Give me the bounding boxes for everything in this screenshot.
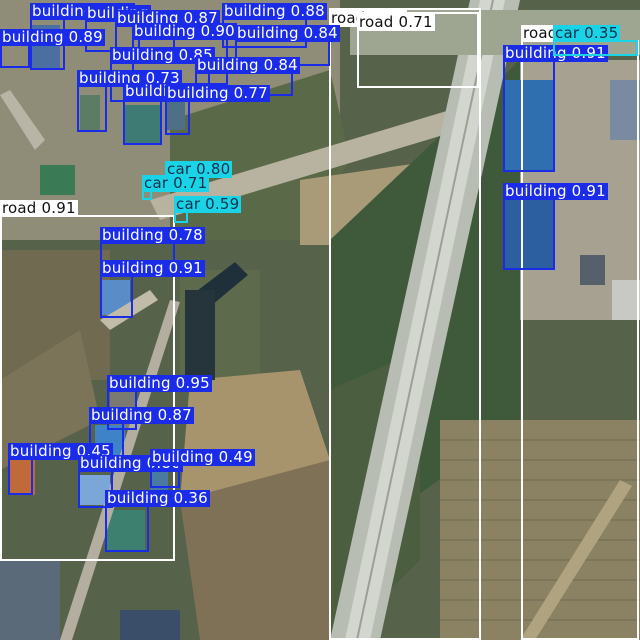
car-detection-box: car 0.35 <box>553 25 638 56</box>
building-detection-label: building 0.90 <box>132 22 237 40</box>
building-detection-label: building 0.87 <box>89 406 194 424</box>
building-detection-box: building 0.49 <box>150 449 255 488</box>
building-detection-label: building 0.78 <box>100 226 205 244</box>
building-detection-box: building 0.91 <box>100 260 205 318</box>
building-detection-label: building 0.89 <box>0 28 105 46</box>
building-detection-box: building 0.45 <box>8 443 113 495</box>
detection-overlay: road 0.92road 0.92road 0.71road 0.91buil… <box>0 0 640 640</box>
building-detection-box: building 0.91 <box>503 45 608 172</box>
car-detection-label: car 0.71 <box>142 174 210 192</box>
building-detection-box: building 0.89 <box>0 29 105 68</box>
building-detection-label: building 0.95 <box>107 374 212 392</box>
building-detection-label: building 0.91 <box>503 182 608 200</box>
building-detection-box: building 0.91 <box>123 83 228 145</box>
building-detection-label: building 0.77 <box>165 84 270 102</box>
car-detection-label: car 0.59 <box>174 195 242 213</box>
car-detection-label: car 0.35 <box>553 24 621 42</box>
building-detection-box: building 0.91 <box>503 183 608 270</box>
road-detection-box: road 0.71 <box>357 12 479 88</box>
building-detection-label: building 0.88 <box>222 2 327 20</box>
building-detection-label: building 0.84 <box>195 56 300 74</box>
building-detection-box: building 0.73 <box>77 70 182 132</box>
car-detection-box: car 0.59 <box>174 196 242 223</box>
building-detection-label: building 0.36 <box>105 489 210 507</box>
detection-scene: road 0.92road 0.92road 0.71road 0.91buil… <box>0 0 640 640</box>
building-detection-label: building 0.49 <box>150 448 255 466</box>
road-detection-label: road 0.91 <box>0 199 78 217</box>
road-detection-box: road 0.92 <box>329 8 481 640</box>
building-detection-label: building 0.84 <box>235 24 340 42</box>
building-detection-box: building 0.36 <box>105 490 210 552</box>
car-detection-box: car 0.71 <box>142 175 210 200</box>
building-detection-box: building 0.77 <box>165 85 270 135</box>
building-detection-label: building 0.91 <box>100 259 205 277</box>
road-detection-label: road 0.71 <box>357 13 435 31</box>
